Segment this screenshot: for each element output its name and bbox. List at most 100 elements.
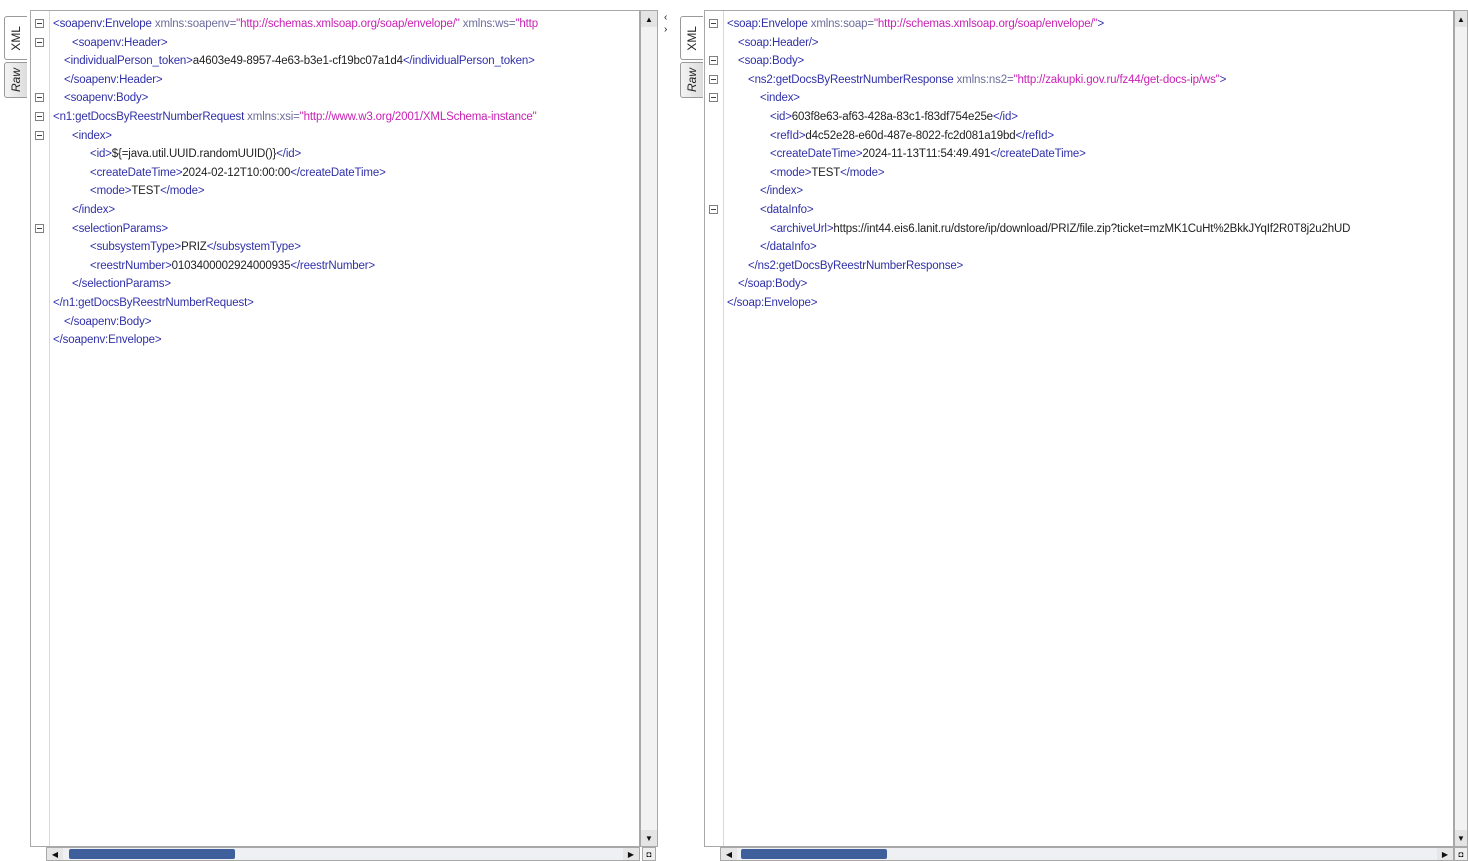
xml-line: <mode>TEST</mode> <box>50 182 639 201</box>
xml-tag: </dataInfo> <box>760 241 817 254</box>
xml-tag: </index> <box>72 203 115 216</box>
xml-tag: </soap:Envelope> <box>727 296 818 309</box>
xml-tag: > <box>1097 18 1105 30</box>
resize-corner-icon[interactable]: ◘ <box>642 847 656 861</box>
xml-tag: <soap:Header/> <box>738 36 819 49</box>
response-view-tabs: XML Raw <box>680 16 704 100</box>
xml-line: <subsystemType>PRIZ</subsystemType> <box>50 238 639 257</box>
xml-tag: </soapenv:Header> <box>64 73 163 86</box>
xml-tag: <mode> <box>90 185 132 198</box>
xml-tag: <subsystemType> <box>90 241 182 254</box>
collapse-icon[interactable] <box>709 74 718 84</box>
xml-text: ${=java.util.UUID.randomUUID()} <box>111 148 277 161</box>
xml-attr-name: xmlns:soap= <box>807 18 874 30</box>
xml-text: https://int44.eis6.lanit.ru/dstore/ip/do… <box>833 222 1351 235</box>
request-vertical-scrollbar[interactable]: ▲ ▼ <box>640 10 658 847</box>
request-code: <soapenv:Envelope xmlns:soapenv="http://… <box>35 15 639 350</box>
xml-tag: </ns2:getDocsByReestrNumberResponse> <box>748 259 964 272</box>
xml-line: <selectionParams> <box>35 220 639 239</box>
response-horizontal-scrollbar[interactable]: ◀ ▶ <box>720 847 1454 861</box>
xml-text: TEST <box>811 166 841 179</box>
request-pane: XML Raw <soapenv:Envelope xmlns:soapenv=… <box>0 10 660 861</box>
collapse-icon[interactable] <box>35 223 44 233</box>
scroll-down-icon[interactable]: ▼ <box>641 830 657 846</box>
collapse-left-icon[interactable]: ‹ <box>664 12 667 23</box>
scroll-right-icon[interactable]: ▶ <box>1437 848 1453 860</box>
tab-raw[interactable]: Raw <box>680 62 703 98</box>
xml-text: a4603e49-8957-4e63-b3e1-cf19bc07a1d4 <box>192 55 403 68</box>
collapse-icon[interactable] <box>35 111 44 121</box>
xml-text: 2024-11-13T11:54:49.491 <box>862 148 991 161</box>
scroll-right-icon[interactable]: ▶ <box>623 848 639 860</box>
xml-line: <soapenv:Header> <box>35 34 639 53</box>
scroll-thumb[interactable] <box>741 849 887 859</box>
collapse-icon[interactable] <box>709 19 718 28</box>
xml-line: </dataInfo> <box>724 238 1453 257</box>
xml-tag: <dataInfo> <box>760 203 814 216</box>
response-pane: XML Raw <soap:Envelope xmlns:soap="http:… <box>676 10 1468 861</box>
xml-tag: <reestrNumber> <box>90 259 172 272</box>
xml-text: 603f8e63-af63-428a-83c1-f83df754e25e <box>791 110 993 123</box>
xml-tag: <index> <box>760 92 800 105</box>
tab-xml-label: XML <box>685 25 699 51</box>
collapse-icon[interactable] <box>35 19 44 28</box>
xml-line: </soap:Body> <box>724 275 1453 294</box>
xml-line: <individualPerson_token>a4603e49-8957-4e… <box>50 52 639 71</box>
resize-corner-icon[interactable]: ◘ <box>1454 847 1468 861</box>
collapse-icon[interactable] <box>709 204 718 214</box>
xml-line: <archiveUrl>https://int44.eis6.lanit.ru/… <box>724 220 1453 239</box>
scroll-down-icon[interactable]: ▼ <box>1455 830 1467 846</box>
collapse-icon[interactable] <box>35 37 44 47</box>
xml-attr-value: "http://schemas.xmlsoap.org/soap/envelop… <box>236 18 460 30</box>
xml-tag: </selectionParams> <box>72 278 171 291</box>
xml-line: <index> <box>709 89 1453 108</box>
xml-line: <refId>d4c52e28-e60d-487e-8022-fc2d081a1… <box>724 127 1453 146</box>
xml-tag: <id> <box>770 110 792 123</box>
xml-tag: <n1:getDocsByReestrNumberRequest <box>53 110 245 123</box>
xml-tag: <archiveUrl> <box>770 222 834 235</box>
xml-text: 2024-02-12T10:00:00 <box>182 166 291 179</box>
xml-text: PRIZ <box>181 241 207 254</box>
xml-tag: <soap:Envelope <box>727 18 808 30</box>
fold-gutter <box>705 11 724 846</box>
collapse-icon[interactable] <box>35 93 44 103</box>
xml-tag: </soapenv:Envelope> <box>53 334 162 347</box>
scroll-left-icon[interactable]: ◀ <box>47 848 63 860</box>
tab-xml[interactable]: XML <box>680 16 703 60</box>
xml-tag: <soap:Body> <box>738 55 805 68</box>
xml-text: 0103400002924000935 <box>171 259 291 272</box>
xml-line: <mode>TEST</mode> <box>724 164 1453 183</box>
collapse-icon[interactable] <box>35 130 44 140</box>
xml-attr-name: xmlns:xsi= <box>244 110 300 123</box>
tab-xml[interactable]: XML <box>4 16 27 60</box>
xml-line: </n1:getDocsByReestrNumberRequest> <box>50 294 639 313</box>
response-xml-editor[interactable]: <soap:Envelope xmlns:soap="http://schema… <box>704 10 1454 847</box>
xml-line: <index> <box>35 127 639 146</box>
xml-tag: <soapenv:Body> <box>64 92 149 105</box>
collapse-icon[interactable] <box>709 56 718 66</box>
tab-raw[interactable]: Raw <box>4 62 27 98</box>
xml-line: <soapenv:Envelope xmlns:soapenv="http://… <box>35 15 639 34</box>
xml-line: </soapenv:Header> <box>50 71 639 90</box>
pane-splitter[interactable]: ‹ › <box>660 10 676 861</box>
collapse-right-icon[interactable]: › <box>664 24 667 35</box>
request-horizontal-scrollbar[interactable]: ◀ ▶ <box>46 847 640 861</box>
request-xml-editor[interactable]: <soapenv:Envelope xmlns:soapenv="http://… <box>30 10 640 847</box>
xml-attr-name: xmlns:ws= <box>459 18 516 30</box>
xml-text: TEST <box>131 185 161 198</box>
scroll-up-icon[interactable]: ▲ <box>1455 11 1467 27</box>
xml-attr-name: xmlns:soapenv= <box>151 18 237 30</box>
scroll-left-icon[interactable]: ◀ <box>721 848 737 860</box>
xml-tag: <refId> <box>770 129 806 142</box>
xml-tag: </index> <box>760 185 803 198</box>
xml-tag: > <box>1219 73 1227 86</box>
xml-tag: <id> <box>90 148 112 161</box>
response-vertical-scrollbar[interactable]: ▲ ▼ <box>1454 10 1468 847</box>
collapse-icon[interactable] <box>709 93 718 103</box>
xml-tag: </n1:getDocsByReestrNumberRequest> <box>53 296 254 309</box>
xml-attr-value: "http <box>515 18 538 30</box>
xml-tag: <mode> <box>770 166 812 179</box>
scroll-thumb[interactable] <box>69 849 235 859</box>
xml-tag: </createDateTime> <box>290 166 386 179</box>
scroll-up-icon[interactable]: ▲ <box>641 11 657 27</box>
